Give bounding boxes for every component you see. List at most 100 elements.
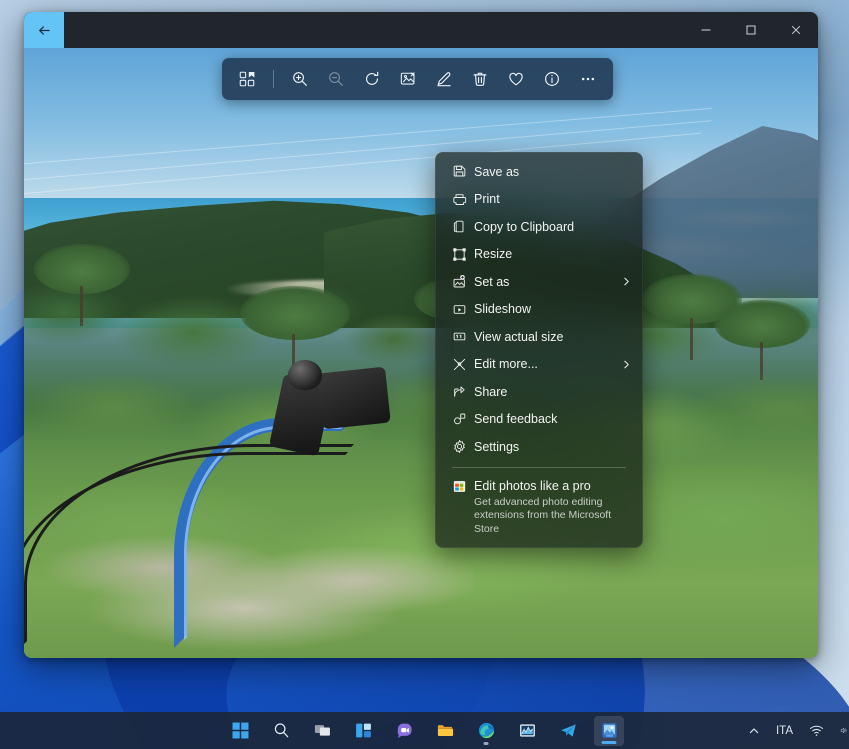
photos-button[interactable] [594,716,624,746]
promo-description: Get advanced photo editing extensions fr… [474,496,619,537]
photo-pine-2 [240,286,350,340]
menu-item-label: Print [474,192,632,206]
more-options-context-menu: Save as Print [435,152,643,548]
menu-item-label: Share [474,385,632,399]
chevron-up-icon [748,725,760,737]
menu-item-view-actual-size[interactable]: View actual size [436,323,642,351]
more-icon[interactable] [571,63,605,95]
share-icon [452,384,474,399]
rotate-glyph [363,70,381,88]
copy-icon [452,219,474,234]
menu-item-label: Copy to Clipboard [474,220,632,234]
running-indicator [484,742,489,745]
task-view-icon [313,721,332,740]
menu-item-label: Send feedback [474,412,632,426]
photo-viewer[interactable]: Save as Print [24,48,818,658]
info-icon[interactable] [535,63,569,95]
chat-icon [395,721,414,740]
multi-view-glyph [238,70,256,88]
menu-item-copy-to-clipboard[interactable]: Copy to Clipboard [436,213,642,241]
menu-item-slideshow[interactable]: Slideshow [436,296,642,324]
chevron-right-icon [621,359,632,370]
file-explorer-button[interactable] [430,716,460,746]
actual-size-icon [452,329,474,344]
language-indicator[interactable]: ITA [769,716,800,746]
minimize-icon [700,24,712,36]
photo-bell [288,360,322,390]
chat-button[interactable] [389,716,419,746]
crop-icon[interactable] [391,63,425,95]
photo-toolbar [222,58,613,100]
favorite-icon[interactable] [499,63,533,95]
ink-icon[interactable] [427,63,461,95]
tray-overflow-button[interactable] [741,716,767,746]
menu-item-label: Settings [474,440,632,454]
menu-item-edit-more[interactable]: Edit more... [436,351,642,379]
performance-monitor-icon [518,721,537,740]
zoom-out-icon[interactable] [319,63,353,95]
settings-icon [452,439,474,454]
zoom-in-icon[interactable] [283,63,317,95]
menu-item-set-as[interactable]: Set as [436,268,642,296]
ink-glyph [435,70,453,88]
resize-icon [452,247,474,262]
widgets-button[interactable] [348,716,378,746]
chevron-right-icon [621,276,632,287]
set-as-icon [452,274,474,289]
crop-glyph [399,70,417,88]
search-icon [272,721,291,740]
close-icon [790,24,802,36]
print-icon [452,192,474,207]
info-glyph [543,70,561,88]
menu-item-label: Slideshow [474,302,632,316]
menu-separator [452,467,626,468]
menu-item-resize[interactable]: Resize [436,241,642,269]
menu-item-share[interactable]: Share [436,378,642,406]
maximize-button[interactable] [728,12,773,48]
promo-title: Edit photos like a pro [474,479,591,493]
zoom-in-glyph [291,70,309,88]
search-button[interactable] [266,716,296,746]
volume-button[interactable] [833,716,847,746]
more-glyph [579,70,597,88]
edge-icon [477,721,496,740]
minimize-button[interactable] [683,12,728,48]
favorite-glyph [507,70,525,88]
desktop: Save as Print [0,0,849,749]
microsoft-store-icon [452,477,474,537]
menu-item-send-feedback[interactable]: Send feedback [436,406,642,434]
widgets-icon [354,721,373,740]
monitor-app-button[interactable] [512,716,542,746]
toolbar-separator [273,70,274,88]
menu-item-settings[interactable]: Settings [436,433,642,461]
edge-button[interactable] [471,716,501,746]
menu-item-label: Resize [474,247,632,261]
menu-item-label: Save as [474,165,632,179]
photos-icon [600,721,619,740]
delete-icon[interactable] [463,63,497,95]
menu-item-save-as[interactable]: Save as [436,158,642,186]
photos-app-window: Save as Print [24,12,818,658]
network-button[interactable] [802,716,831,746]
delete-glyph [471,70,489,88]
menu-item-print[interactable]: Print [436,186,642,214]
title-bar [24,12,818,48]
save-icon [452,164,474,179]
zoom-out-glyph [327,70,345,88]
close-button[interactable] [773,12,818,48]
telegram-button[interactable] [553,716,583,746]
rotate-icon[interactable] [355,63,389,95]
photo-image [24,48,818,658]
start-button[interactable] [225,716,255,746]
back-button[interactable] [24,12,64,48]
back-arrow-icon [36,22,53,39]
slideshow-icon [452,302,474,317]
start-icon [231,721,250,740]
photo-pine-trunk-4 [690,318,693,360]
menu-item-label: View actual size [474,330,632,344]
task-view-button[interactable] [307,716,337,746]
maximize-icon [745,24,757,36]
promo-edit-photos-like-a-pro[interactable]: Edit photos like a pro Get advanced phot… [436,474,642,541]
store-glyph [452,479,467,494]
multi-view-icon[interactable] [230,63,264,95]
